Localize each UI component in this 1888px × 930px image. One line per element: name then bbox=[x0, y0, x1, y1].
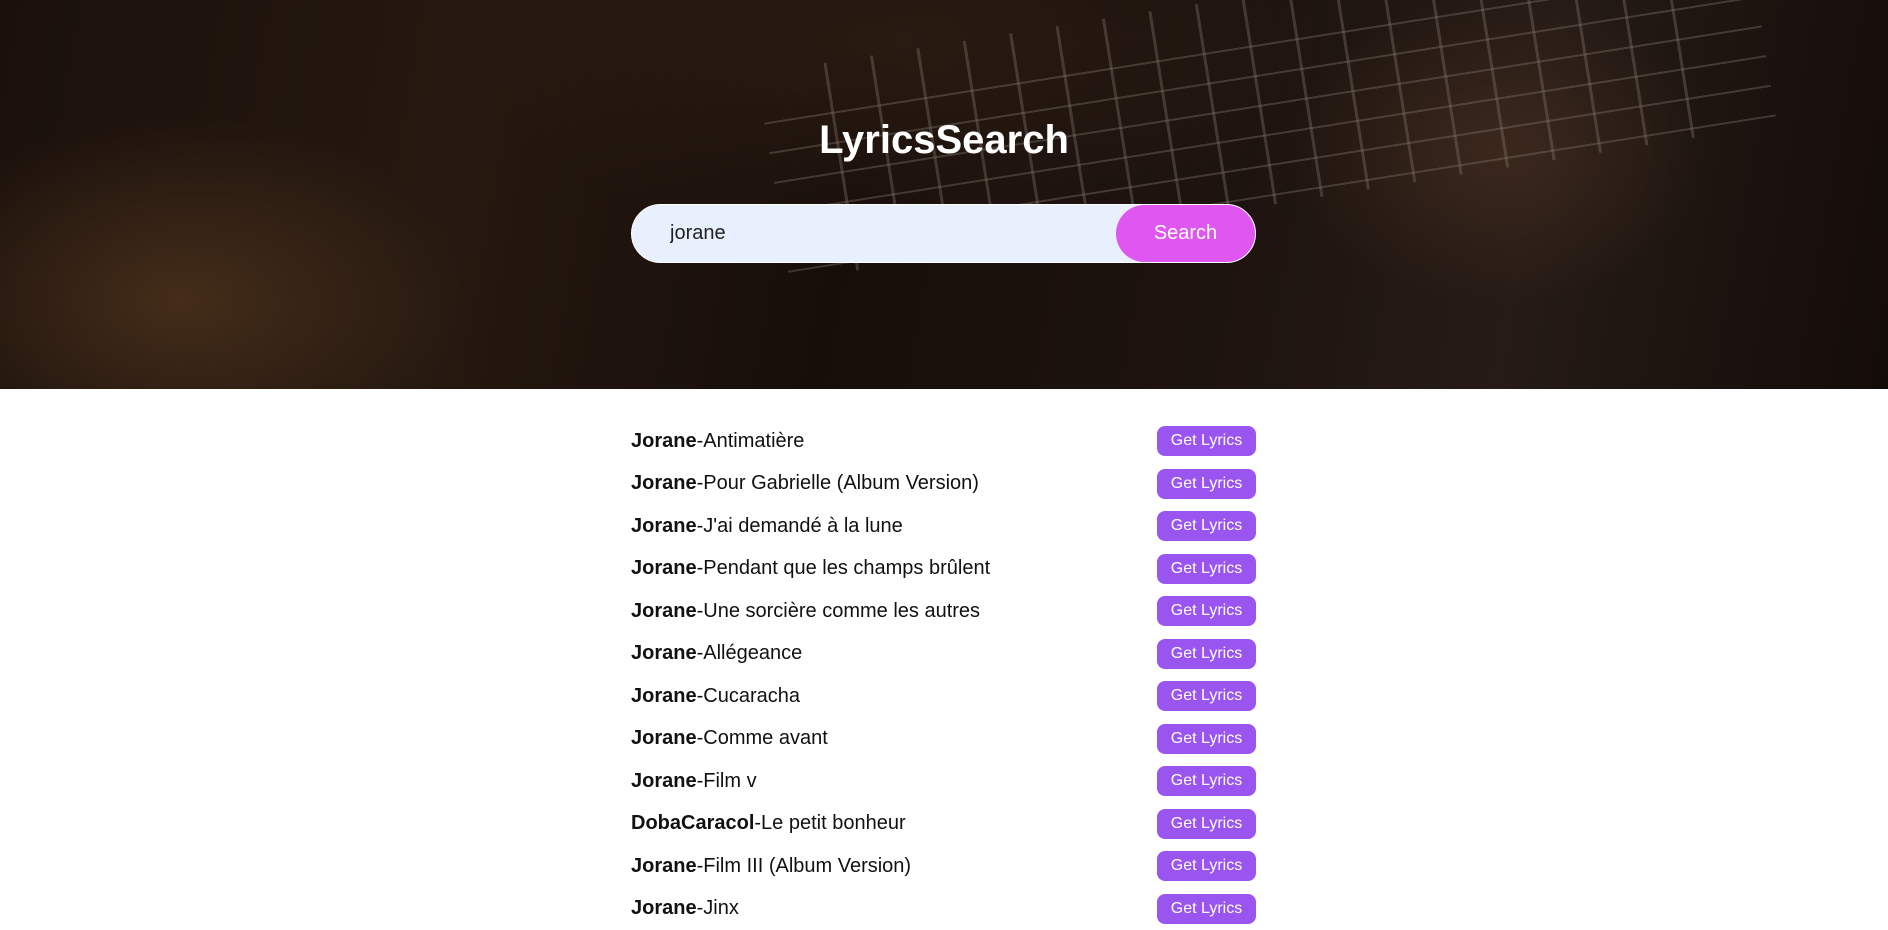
artist-name: Jorane bbox=[631, 599, 697, 622]
song-name: Film v bbox=[703, 769, 757, 792]
song-title: Jorane-Une sorcière comme les autres bbox=[631, 600, 980, 623]
song-name: Film III (Album Version) bbox=[703, 854, 912, 877]
get-lyrics-button[interactable]: Get Lyrics bbox=[1157, 596, 1256, 627]
list-item: Jorane-Cucaracha Get Lyrics bbox=[631, 675, 1256, 718]
page-title: LyricsSearch bbox=[819, 118, 1069, 162]
list-item: Jorane-Antimatière Get Lyrics bbox=[631, 420, 1256, 463]
get-lyrics-button[interactable]: Get Lyrics bbox=[1157, 808, 1256, 839]
get-lyrics-button[interactable]: Get Lyrics bbox=[1157, 851, 1256, 882]
list-item: Jorane-Pour Gabrielle (Album Version) Ge… bbox=[631, 463, 1256, 506]
artist-name: Jorane bbox=[631, 557, 697, 580]
song-title: Jorane-Comme avant bbox=[631, 727, 828, 750]
get-lyrics-button[interactable]: Get Lyrics bbox=[1157, 893, 1256, 924]
search-button[interactable]: Search bbox=[1116, 205, 1255, 262]
list-item: Jorane-Film v Get Lyrics bbox=[631, 760, 1256, 803]
artist-name: Jorane bbox=[631, 429, 697, 452]
artist-name: Jorane bbox=[631, 642, 697, 665]
search-input[interactable] bbox=[670, 205, 1110, 262]
list-item: Jorane-Jinx Get Lyrics bbox=[631, 888, 1256, 930]
hero-banner: LyricsSearch Search bbox=[0, 0, 1888, 389]
artist-name: Jorane bbox=[631, 684, 697, 707]
get-lyrics-button[interactable]: Get Lyrics bbox=[1157, 468, 1256, 499]
song-title: Jorane-Antimatière bbox=[631, 430, 804, 453]
get-lyrics-button[interactable]: Get Lyrics bbox=[1157, 681, 1256, 712]
list-item: Jorane-Une sorcière comme les autres Get… bbox=[631, 590, 1256, 633]
search-form: Search bbox=[631, 204, 1256, 263]
get-lyrics-button[interactable]: Get Lyrics bbox=[1157, 511, 1256, 542]
get-lyrics-button[interactable]: Get Lyrics bbox=[1157, 766, 1256, 797]
artist-name: Jorane bbox=[631, 514, 697, 537]
list-item: Jorane-Allégeance Get Lyrics bbox=[631, 633, 1256, 676]
song-title: Jorane-Cucaracha bbox=[631, 685, 800, 708]
song-name: Cucaracha bbox=[703, 684, 800, 707]
artist-name: Jorane bbox=[631, 769, 697, 792]
song-title: DobaCaracol-Le petit bonheur bbox=[631, 812, 906, 835]
song-name: Jinx bbox=[703, 897, 739, 920]
list-item: Jorane-Comme avant Get Lyrics bbox=[631, 718, 1256, 761]
list-item: Jorane-Film III (Album Version) Get Lyri… bbox=[631, 845, 1256, 888]
artist-name: Jorane bbox=[631, 727, 697, 750]
song-title: Jorane-Film III (Album Version) bbox=[631, 855, 911, 878]
artist-name: Jorane bbox=[631, 472, 697, 495]
song-name: Une sorcière comme les autres bbox=[703, 599, 981, 622]
list-item: DobaCaracol-Le petit bonheur Get Lyrics bbox=[631, 803, 1256, 846]
song-name: Allégeance bbox=[703, 642, 803, 665]
get-lyrics-button[interactable]: Get Lyrics bbox=[1157, 723, 1256, 754]
song-title: Jorane-Allégeance bbox=[631, 642, 802, 665]
song-title: Jorane-Jinx bbox=[631, 897, 739, 920]
song-title: Jorane-Film v bbox=[631, 770, 757, 793]
artist-name: DobaCaracol bbox=[631, 812, 755, 835]
artist-name: Jorane bbox=[631, 897, 697, 920]
song-title: Jorane-Pendant que les champs brûlent bbox=[631, 557, 990, 580]
list-item: Jorane-Pendant que les champs brûlent Ge… bbox=[631, 548, 1256, 591]
song-title: Jorane-J'ai demandé à la lune bbox=[631, 515, 903, 538]
list-item: Jorane-J'ai demandé à la lune Get Lyrics bbox=[631, 505, 1256, 548]
get-lyrics-button[interactable]: Get Lyrics bbox=[1157, 638, 1256, 669]
song-name: Le petit bonheur bbox=[761, 812, 906, 835]
artist-name: Jorane bbox=[631, 854, 697, 877]
song-name: Comme avant bbox=[703, 727, 828, 750]
get-lyrics-button[interactable]: Get Lyrics bbox=[1157, 553, 1256, 584]
results-list: Jorane-Antimatière Get Lyrics Jorane-Pou… bbox=[631, 420, 1256, 930]
song-title: Jorane-Pour Gabrielle (Album Version) bbox=[631, 472, 979, 495]
get-lyrics-button[interactable]: Get Lyrics bbox=[1157, 426, 1256, 457]
hero-content: LyricsSearch Search bbox=[0, 0, 1888, 389]
song-name: J'ai demandé à la lune bbox=[703, 514, 903, 537]
song-name: Pour Gabrielle (Album Version) bbox=[703, 472, 979, 495]
song-name: Pendant que les champs brûlent bbox=[703, 557, 991, 580]
song-name: Antimatière bbox=[703, 429, 805, 452]
